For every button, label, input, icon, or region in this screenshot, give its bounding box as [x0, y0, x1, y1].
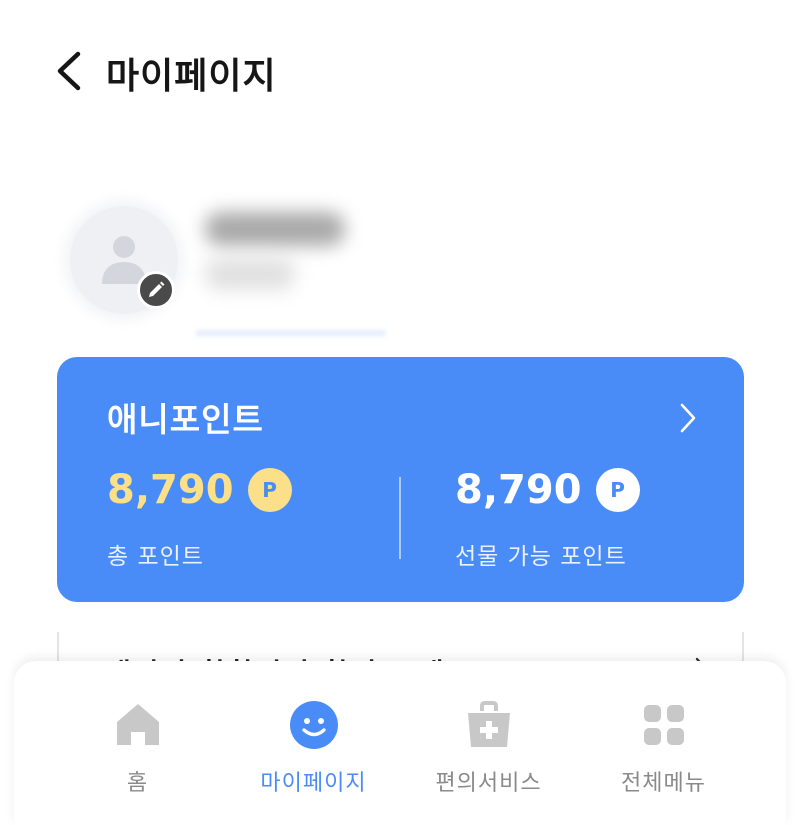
tab-convenience-services[interactable]: 편의서비스	[392, 661, 585, 825]
total-points-group: 8,790 P 총 포인트	[107, 467, 292, 571]
bottom-tab-bar: 홈 마이페이지 편의서비스 전체메뉴	[14, 661, 786, 825]
tab-label: 전체메뉴	[621, 771, 706, 796]
total-points-label: 총 포인트	[107, 544, 204, 570]
tab-home[interactable]: 홈	[41, 661, 234, 825]
blurred-underline	[196, 330, 386, 336]
home-icon	[116, 704, 159, 745]
gift-points-value: 8,790	[455, 467, 582, 513]
smiley-icon	[289, 701, 338, 749]
card-divider	[399, 477, 401, 559]
point-badge-icon: P	[595, 468, 640, 512]
points-card[interactable]: 애니포인트 8,790 P 총 포인트 8,790 P 선물 가능 포인트	[57, 357, 744, 602]
medical-bag-icon	[467, 701, 510, 747]
chevron-left-icon	[57, 51, 81, 91]
chevron-right-icon	[680, 403, 696, 433]
total-points-value: 8,790	[107, 467, 234, 513]
pencil-icon	[149, 281, 165, 297]
edit-profile-button[interactable]	[137, 271, 175, 309]
page-title: 마이페이지	[106, 56, 277, 97]
grid-icon	[643, 705, 684, 745]
tab-mypage[interactable]: 마이페이지	[217, 661, 410, 825]
tab-label: 편의서비스	[435, 771, 542, 796]
header: 마이페이지	[0, 0, 800, 140]
gift-points-group: 8,790 P 선물 가능 포인트	[455, 467, 640, 571]
gift-points-label: 선물 가능 포인트	[455, 544, 627, 570]
blurred-user-name	[205, 212, 345, 246]
tab-all-menu[interactable]: 전체메뉴	[567, 661, 760, 825]
point-badge-icon: P	[247, 468, 292, 512]
blurred-user-info	[205, 258, 295, 290]
tab-label: 홈	[126, 771, 149, 796]
profile-section	[0, 190, 800, 350]
points-card-title: 애니포인트	[107, 400, 264, 439]
back-button[interactable]	[50, 48, 90, 94]
tab-label: 마이페이지	[260, 771, 367, 796]
